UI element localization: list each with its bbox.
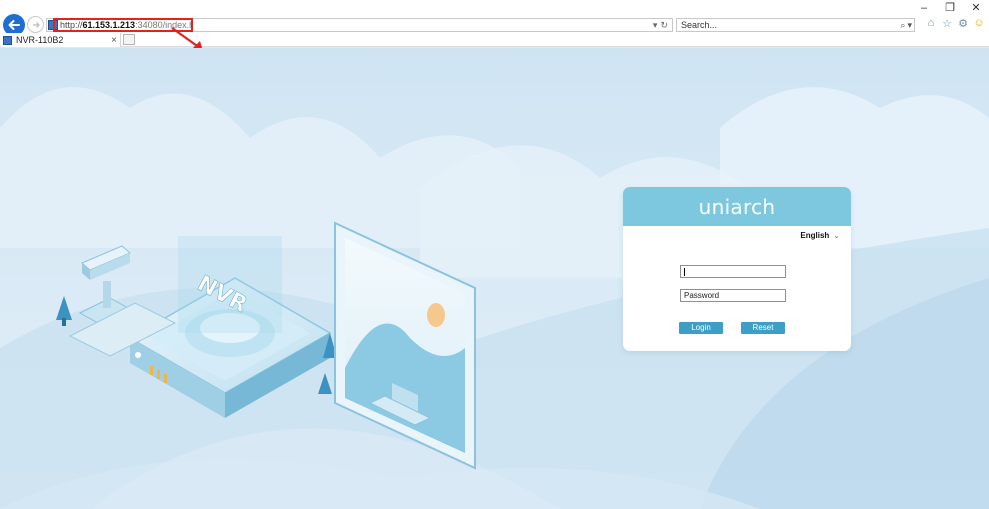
login-page: NVR uniarch English ⌄ Password Login Res… bbox=[0, 48, 989, 509]
search-dropdown-icon[interactable]: ▾ bbox=[907, 20, 912, 31]
search-box[interactable]: Search... ⌕ ▾ bbox=[676, 18, 915, 32]
login-card-header: uniarch bbox=[623, 187, 851, 226]
search-input[interactable]: Search... bbox=[681, 19, 717, 31]
tab-nvr[interactable]: NVR-110B2 × bbox=[1, 33, 121, 47]
uniarch-logo: uniarch bbox=[698, 194, 776, 219]
refresh-icon[interactable]: ↻ bbox=[660, 20, 668, 31]
tab-close-icon[interactable]: × bbox=[111, 35, 117, 46]
star-icon[interactable]: ☆ bbox=[941, 17, 953, 30]
minimize-button[interactable]: – bbox=[911, 0, 937, 15]
text-cursor bbox=[684, 267, 685, 276]
gear-icon[interactable]: ⚙ bbox=[957, 17, 969, 30]
password-field[interactable]: Password bbox=[680, 289, 786, 302]
search-controls: ⌕ ▾ bbox=[900, 19, 912, 31]
browser-chrome: http://61.153.1.213:34080/index.html ▾ ↻… bbox=[0, 0, 989, 47]
language-value: English bbox=[800, 231, 830, 240]
username-field[interactable] bbox=[680, 265, 786, 278]
address-controls: ▾ ↻ bbox=[653, 19, 668, 31]
address-dropdown-icon[interactable]: ▾ bbox=[653, 20, 658, 31]
tab-title: NVR-110B2 bbox=[16, 35, 64, 45]
back-arrow-icon bbox=[8, 20, 20, 30]
close-window-button[interactable]: ✕ bbox=[963, 0, 989, 15]
browser-toolbar: ⌂ ☆ ⚙ ☺ bbox=[925, 17, 985, 30]
new-tab-button[interactable] bbox=[123, 34, 135, 45]
tab-favicon-icon bbox=[3, 35, 12, 45]
language-select[interactable]: English ⌄ bbox=[800, 231, 840, 240]
login-card: uniarch English ⌄ Password Login Reset bbox=[623, 187, 851, 351]
chevron-down-icon: ⌄ bbox=[833, 231, 840, 240]
url-host: 61.153.1.213 bbox=[82, 20, 136, 30]
smiley-icon[interactable]: ☺ bbox=[973, 17, 985, 29]
restore-button[interactable]: ❐ bbox=[937, 0, 963, 15]
url-prefix: http:// bbox=[60, 20, 83, 30]
forward-button[interactable] bbox=[27, 16, 44, 33]
address-bar[interactable]: http://61.153.1.213:34080/index.html ▾ ↻ bbox=[46, 18, 673, 32]
tab-bar: NVR-110B2 × bbox=[0, 33, 989, 47]
home-icon[interactable]: ⌂ bbox=[925, 17, 937, 29]
window-controls: – ❐ ✕ bbox=[911, 0, 989, 15]
forward-arrow-icon bbox=[32, 21, 40, 28]
search-icon[interactable]: ⌕ bbox=[900, 20, 905, 31]
reset-button[interactable]: Reset bbox=[741, 322, 785, 334]
login-button[interactable]: Login bbox=[679, 322, 723, 334]
